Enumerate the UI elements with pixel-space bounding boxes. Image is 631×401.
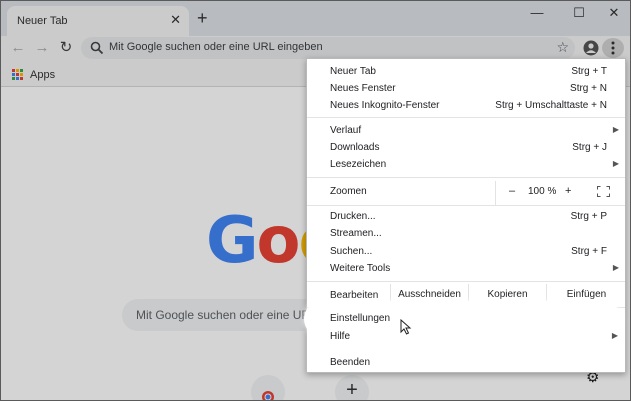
menu-item-label: Verlauf [330,125,362,136]
menu-item-beenden[interactable]: Beenden [307,355,625,372]
mouse-cursor-icon [400,319,412,335]
menu-divider [307,177,625,178]
menu-item-label: Drucken... [330,211,376,222]
menu-divider [307,205,625,206]
submenu-arrow-icon: ▶ [612,159,619,168]
menu-item-weitere-tools[interactable]: Weitere Tools ▶ [307,261,625,278]
menu-item-label: Neuer Tab [330,66,376,77]
menu-item-hilfe[interactable]: Hilfe ▶ [307,329,624,341]
menu-item-label: Neues Inkognito-Fenster [330,100,440,111]
menu-item-shortcut: Strg + Umschalttaste + N [495,100,607,111]
menu-item-label: Lesezeichen [330,159,387,170]
zoom-in-button[interactable]: + [565,185,571,197]
menu-item-label: Streamen... [330,228,382,239]
menu-item-shortcut: Strg + F [571,246,607,257]
zoom-divider [495,181,496,206]
menu-divider [307,281,625,282]
menu-item-downloads[interactable]: Downloads Strg + J [307,140,625,157]
menu-item-label: Suchen... [330,246,373,257]
menu-item-streamen[interactable]: Streamen... [307,226,625,243]
menu-item-neuer-tab[interactable]: Neuer Tab Strg + T [307,64,625,81]
menu-item-label: Beenden [330,357,371,368]
menu-item-shortcut: Strg + P [570,211,607,222]
menu-item-inkognito[interactable]: Neues Inkognito-Fenster Strg + Umschaltt… [307,98,625,115]
menu-zoom-row: Zoomen – 100 % + [307,181,625,206]
zoom-label: Zoomen [330,186,367,197]
menu-divider [307,117,625,118]
browser-window: Neuer Tab ✕ + — ☐ ✕ ← → ↻ Mit Google suc… [0,0,631,401]
submenu-arrow-icon: ▶ [611,331,618,340]
fullscreen-icon[interactable] [597,186,610,197]
menu-item-label: Downloads [330,142,380,153]
menu-item-einstellungen[interactable]: Einstellungen [307,311,624,328]
zoom-level: 100 % [528,186,557,197]
menu-item-label: Einstellungen [330,313,391,324]
menu-item-label: Weitere Tools [330,263,391,274]
menu-item-label: Hilfe [330,331,351,341]
menu-item-suchen[interactable]: Suchen... Strg + F [307,244,625,261]
menu-item-shortcut: Strg + J [572,142,607,153]
submenu-arrow-icon: ▶ [612,263,619,272]
menu-item-shortcut: Strg + N [570,83,607,94]
edit-label: Bearbeiten [330,290,379,301]
menu-item-neues-fenster[interactable]: Neues Fenster Strg + N [307,81,625,98]
menu-item-shortcut: Strg + T [571,66,607,77]
menu-item-label: Neues Fenster [330,83,396,94]
menu-item-verlauf[interactable]: Verlauf ▶ [307,123,625,140]
menu-item-lesezeichen[interactable]: Lesezeichen ▶ [307,157,625,174]
submenu-arrow-icon: ▶ [612,125,619,134]
menu-item-drucken[interactable]: Drucken... Strg + P [307,209,625,226]
zoom-out-button[interactable]: – [509,185,515,197]
